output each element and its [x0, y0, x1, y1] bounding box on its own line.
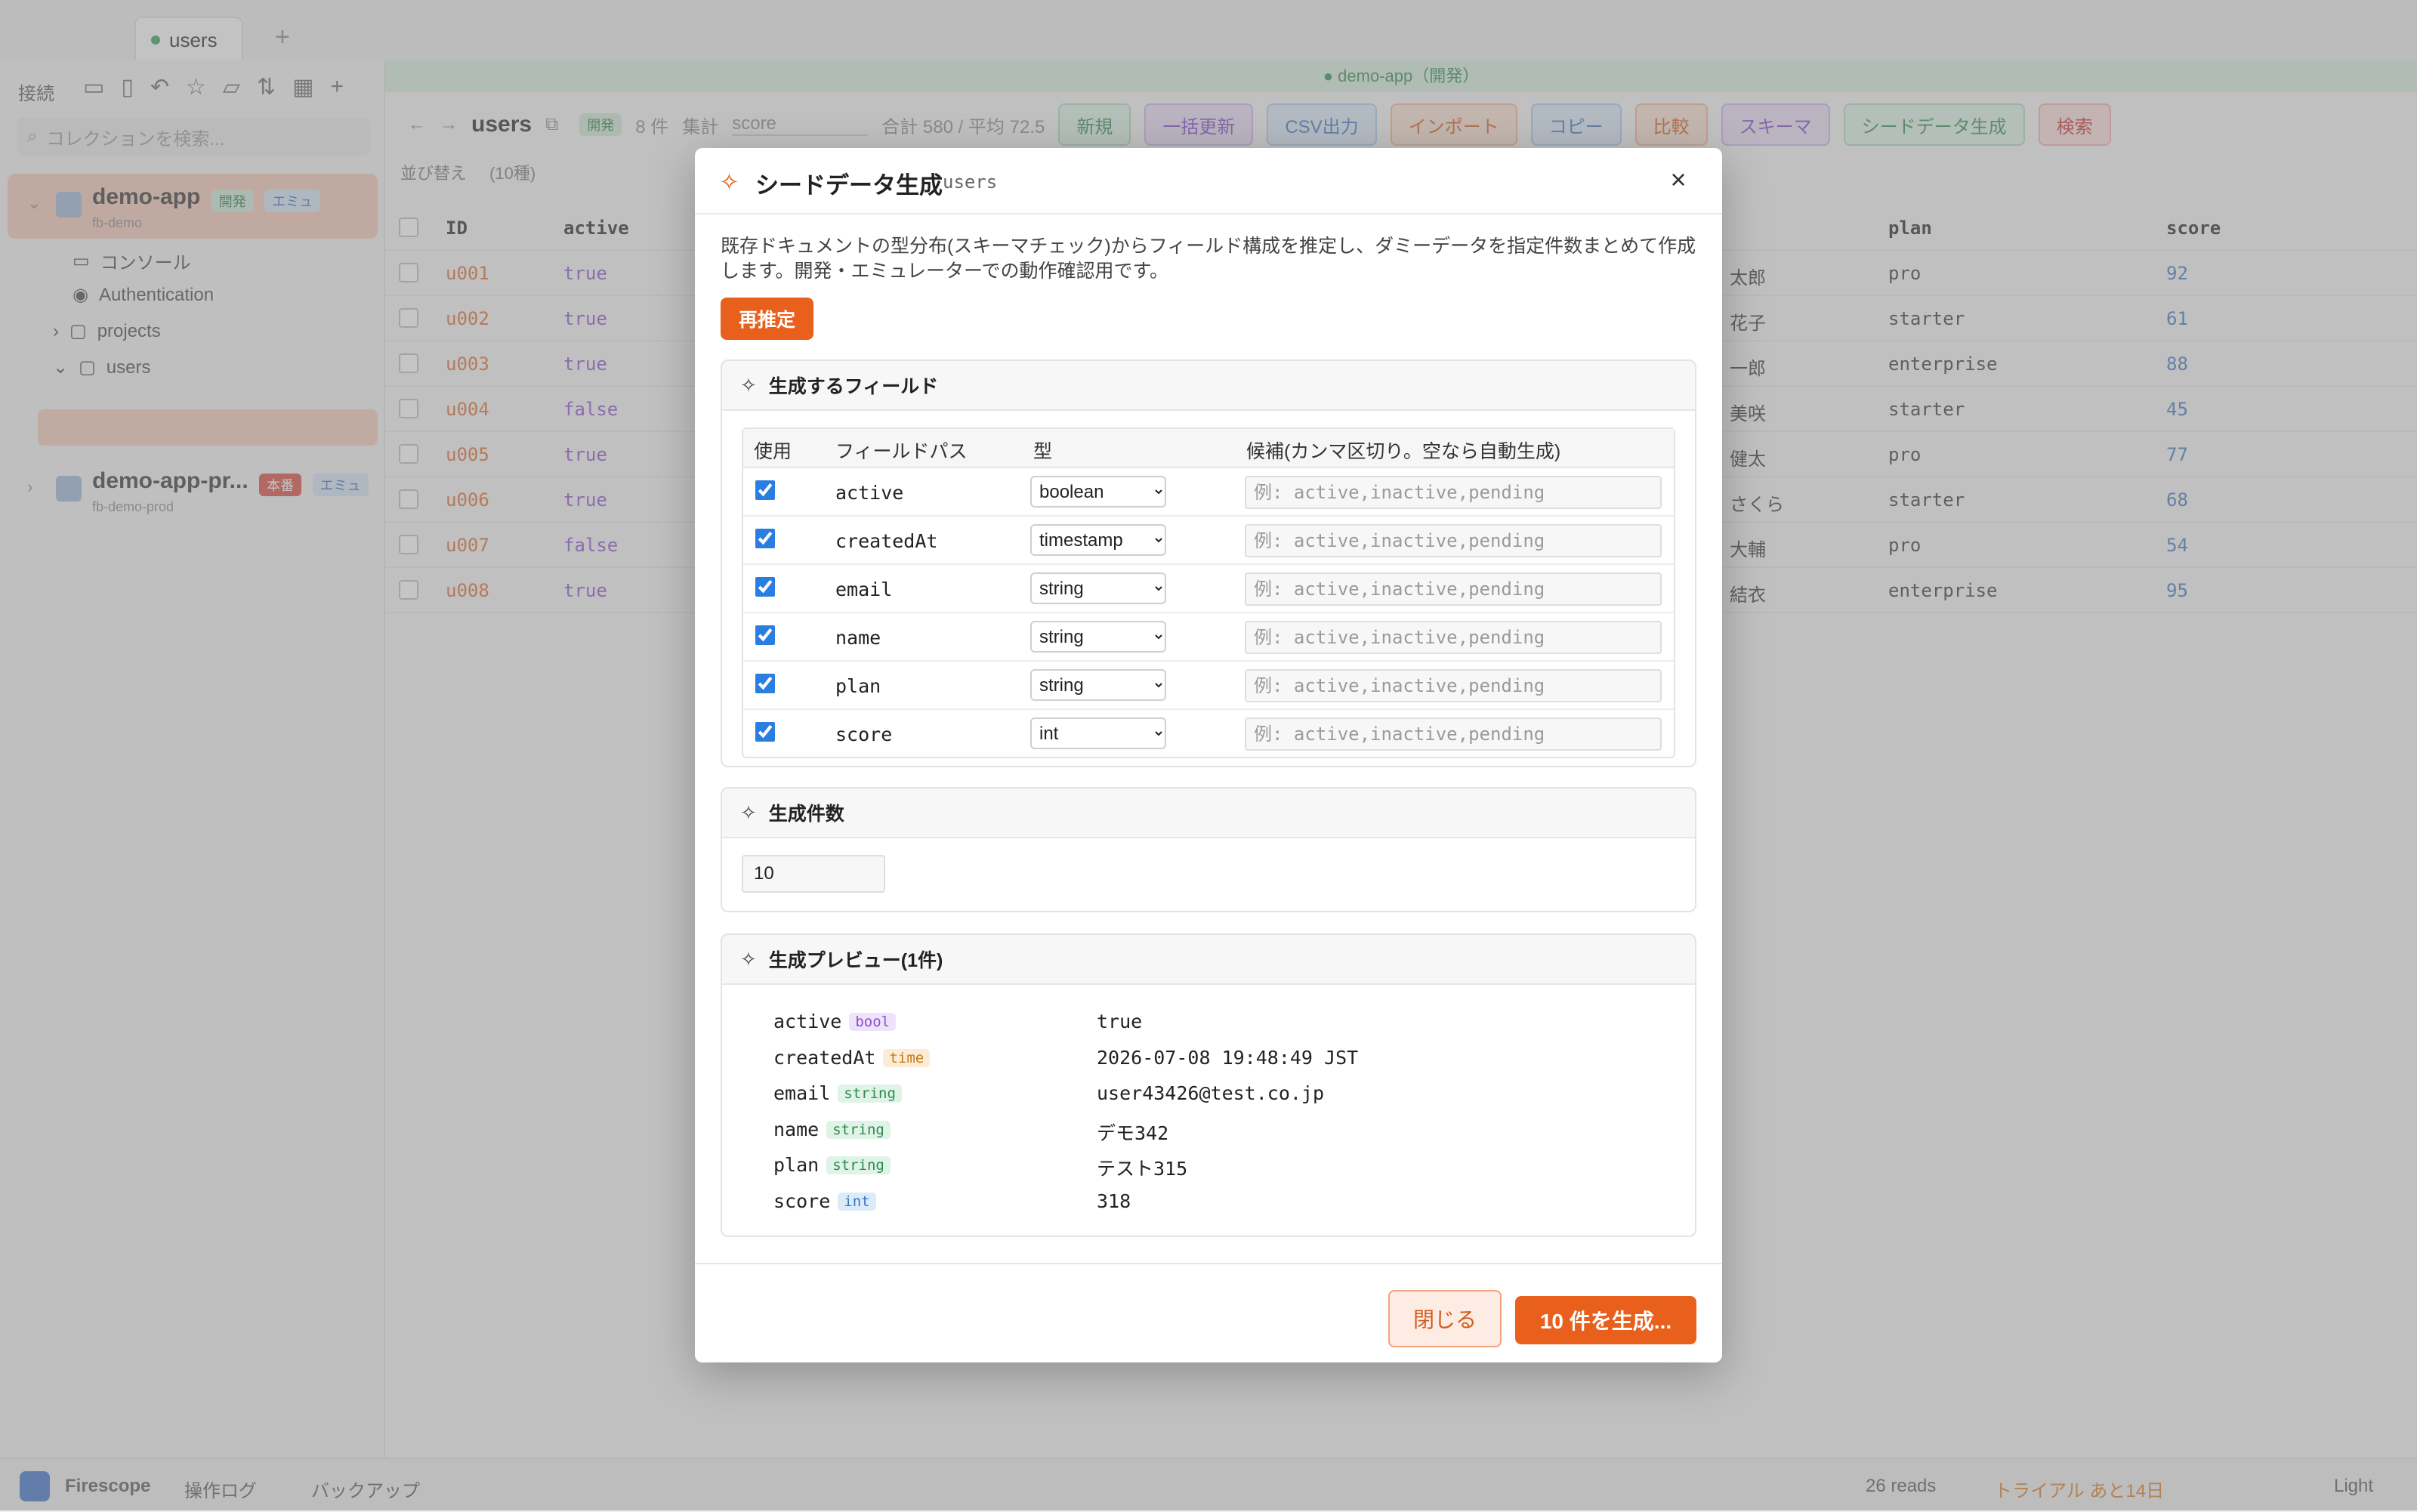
column-header-use: 使用 [754, 441, 792, 462]
field-row: name booleantimestampstringint [743, 613, 1674, 662]
type-badge: time [883, 1048, 931, 1067]
fields-table: 使用 フィールドパス 型 候補(カンマ区切り。空なら自動生成) active bo… [742, 427, 1675, 758]
field-type-select[interactable]: booleantimestampstringint [1030, 669, 1166, 701]
preview-key: plan string [773, 1154, 891, 1176]
sparkle-icon: ✧ [740, 801, 757, 824]
type-badge: int [838, 1192, 876, 1211]
dialog-footer: 閉じる 10 件を生成... [695, 1263, 1722, 1362]
field-row: createdAt booleantimestampstringint [743, 517, 1674, 565]
dialog-title: シードデータ生成 [755, 172, 943, 199]
field-path: createdAt [835, 530, 938, 552]
preview-key: createdAt time [773, 1046, 931, 1069]
section-header: ✧ 生成するフィールド [722, 361, 1695, 411]
field-path: score [835, 724, 893, 745]
dialog-header: ✧ シードデータ生成 users × [695, 148, 1722, 214]
preview-row: createdAt time 2026-07-08 19:48:49 JST [773, 1042, 1665, 1072]
preview-key-text: createdAt [773, 1046, 876, 1069]
column-header-candidates: 候補(カンマ区切り。空なら自動生成) [1246, 441, 1561, 462]
preview-key: active bool [773, 1011, 897, 1032]
use-field-checkbox[interactable] [755, 674, 775, 693]
preview-value: 318 [1097, 1190, 1131, 1212]
field-row: email booleantimestampstringint [743, 565, 1674, 613]
section-title: 生成件数 [768, 804, 844, 825]
use-field-checkbox[interactable] [755, 480, 775, 500]
field-row: score booleantimestampstringint [743, 710, 1674, 757]
count-input[interactable] [742, 855, 885, 893]
reinfer-button[interactable]: 再推定 [721, 298, 814, 340]
type-badge: string [826, 1120, 891, 1139]
candidates-input[interactable] [1245, 717, 1662, 751]
preview-row: email string user43426@test.co.jp [773, 1078, 1665, 1108]
column-header-path: フィールドパス [835, 441, 968, 462]
sparkle-icon: ✧ [719, 168, 739, 196]
use-field-checkbox[interactable] [755, 529, 775, 548]
candidates-input[interactable] [1245, 669, 1662, 702]
candidates-input[interactable] [1245, 621, 1662, 654]
preview-value: true [1097, 1011, 1143, 1032]
preview-key-text: plan [773, 1154, 820, 1176]
preview-value: テスト315 [1097, 1158, 1188, 1180]
fields-table-header: 使用 フィールドパス 型 候補(カンマ区切り。空なら自動生成) [743, 429, 1674, 468]
field-type-select[interactable]: booleantimestampstringint [1030, 524, 1166, 556]
field-type-select[interactable]: booleantimestampstringint [1030, 621, 1166, 653]
fields-section: ✧ 生成するフィールド 使用 フィールドパス 型 候補(カンマ区切り。空なら自動… [721, 359, 1696, 767]
field-type-select[interactable]: booleantimestampstringint [1030, 476, 1166, 508]
preview-value: user43426@test.co.jp [1097, 1082, 1325, 1104]
sparkle-icon: ✧ [740, 947, 757, 970]
use-field-checkbox[interactable] [755, 577, 775, 597]
preview-key: name string [773, 1119, 891, 1140]
section-header: ✧ 生成プレビュー(1件) [722, 935, 1695, 985]
generate-button[interactable]: 10 件を生成... [1515, 1296, 1696, 1344]
section-title: 生成プレビュー(1件) [768, 950, 943, 971]
preview-key-text: score [773, 1190, 831, 1212]
section-title: 生成するフィールド [768, 376, 939, 397]
field-path: plan [835, 675, 881, 697]
field-row: active booleantimestampstringint [743, 468, 1674, 517]
field-path: email [835, 579, 893, 600]
field-path: active [835, 482, 904, 504]
preview-row: plan string テスト315 [773, 1149, 1665, 1180]
section-header: ✧ 生成件数 [722, 788, 1695, 838]
candidates-input[interactable] [1245, 476, 1662, 509]
preview-key-text: email [773, 1082, 831, 1104]
column-header-type: 型 [1033, 441, 1053, 462]
count-section: ✧ 生成件数 [721, 787, 1696, 912]
preview-key-text: name [773, 1118, 820, 1140]
field-type-select[interactable]: booleantimestampstringint [1030, 572, 1166, 604]
preview-row: score int 318 [773, 1186, 1665, 1216]
field-row: plan booleantimestampstringint [743, 662, 1674, 710]
preview-value: デモ342 [1097, 1122, 1169, 1144]
preview-key: email string [773, 1082, 902, 1104]
preview-section: ✧ 生成プレビュー(1件) active bool true createdAt tim… [721, 933, 1696, 1237]
fields-table-body: activebooleantimestampstringintcreatedAt… [743, 468, 1674, 757]
type-badge: string [838, 1085, 902, 1103]
type-badge: string [826, 1156, 891, 1174]
preview-row: name string デモ342 [773, 1114, 1665, 1144]
seed-data-dialog: ✧ シードデータ生成 users × 既存ドキュメントの型分布(スキーマチェック… [695, 148, 1722, 1362]
preview-key: score int [773, 1190, 876, 1212]
dialog-description: 既存ドキュメントの型分布(スキーマチェック)からフィールド構成を推定し、ダミーデ… [721, 236, 1696, 282]
preview-key-text: active [773, 1011, 842, 1032]
dialog-collection: users [943, 171, 998, 193]
candidates-input[interactable] [1245, 524, 1662, 557]
candidates-input[interactable] [1245, 572, 1662, 606]
preview-value: 2026-07-08 19:48:49 JST [1097, 1046, 1359, 1069]
close-button[interactable]: 閉じる [1388, 1290, 1502, 1347]
use-field-checkbox[interactable] [755, 722, 775, 742]
field-path: name [835, 627, 881, 649]
type-badge: bool [849, 1013, 897, 1031]
use-field-checkbox[interactable] [755, 625, 775, 645]
preview-row: active bool true [773, 1006, 1665, 1036]
sparkle-icon: ✧ [740, 373, 757, 397]
field-type-select[interactable]: booleantimestampstringint [1030, 717, 1166, 749]
close-icon[interactable]: × [1662, 163, 1695, 196]
